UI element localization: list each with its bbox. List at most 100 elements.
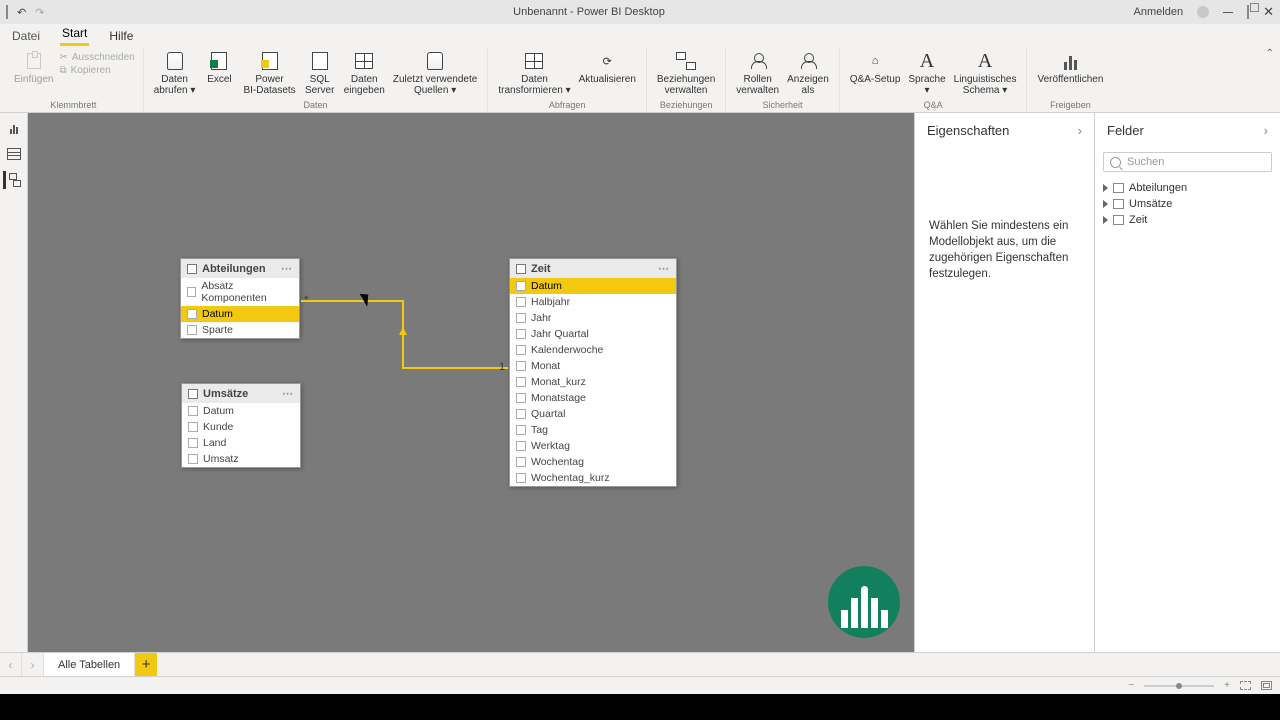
menu-file[interactable]: Datei <box>10 26 42 46</box>
language-button[interactable]: ASprache ▾ <box>904 48 949 98</box>
transform-icon <box>525 53 543 69</box>
maximize-button[interactable] <box>1247 6 1249 18</box>
collapse-pane-icon[interactable]: › <box>1078 123 1082 138</box>
undo-icon[interactable]: ↶ <box>17 6 26 19</box>
copy-button[interactable]: ⧉Kopieren <box>59 65 134 76</box>
zoom-slider[interactable] <box>1144 685 1214 687</box>
table-umsaetze[interactable]: Umsätze ⋯ Datum Kunde Land Umsatz <box>181 383 301 468</box>
save-icon[interactable] <box>6 6 8 18</box>
sql-button[interactable]: SQL Server <box>300 48 340 98</box>
fields-table-row[interactable]: Umsätze <box>1101 196 1274 212</box>
chevron-right-icon <box>1103 216 1108 224</box>
field-row[interactable]: Jahr <box>510 310 676 326</box>
field-row[interactable]: Kalenderwoche <box>510 342 676 358</box>
properties-title: Eigenschaften <box>927 123 1009 138</box>
excel-button[interactable]: Excel <box>199 48 239 87</box>
avatar-icon[interactable] <box>1197 6 1209 18</box>
fields-table-row[interactable]: Zeit <box>1101 212 1274 228</box>
menu-help[interactable]: Hilfe <box>107 26 135 46</box>
recent-sources-button[interactable]: Zuletzt verwendete Quellen ▾ <box>389 48 482 98</box>
field-row[interactable]: Wochentag <box>510 454 676 470</box>
field-icon <box>516 297 526 307</box>
qa-setup-button[interactable]: ⌂Q&A-Setup <box>846 48 905 87</box>
enter-data-button[interactable]: Daten eingeben <box>340 48 389 98</box>
chevron-down-icon: ▾ <box>190 85 195 96</box>
relationship-line[interactable] <box>402 367 508 369</box>
sql-icon <box>312 52 328 70</box>
add-layout-button[interactable]: + <box>135 653 157 676</box>
table-menu-icon[interactable]: ⋯ <box>282 387 294 400</box>
cardinality-many: * <box>304 294 308 306</box>
zoom-out-button[interactable]: − <box>1128 680 1134 691</box>
field-row[interactable]: Jahr Quartal <box>510 326 676 342</box>
properties-pane: Eigenschaften› Wählen Sie mindestens ein… <box>914 113 1094 652</box>
qa-icon: ⌂ <box>864 50 886 72</box>
actual-size-button[interactable] <box>1261 681 1272 690</box>
field-row[interactable]: Umsatz <box>182 451 300 467</box>
tab-prev-button[interactable]: ‹ <box>0 653 22 676</box>
table-menu-icon[interactable]: ⋯ <box>281 262 293 275</box>
field-row[interactable]: Sparte <box>181 322 299 338</box>
field-row[interactable]: Wochentag_kurz <box>510 470 676 486</box>
layout-tabstrip: ‹ › Alle Tabellen + <box>0 652 1280 676</box>
chevron-right-icon <box>1103 200 1108 208</box>
group-relationships-label: Beziehungen <box>660 99 713 112</box>
fields-title: Felder <box>1107 123 1144 138</box>
roles-button[interactable]: Rollen verwalten <box>732 48 783 98</box>
field-row[interactable]: Kunde <box>182 419 300 435</box>
field-row[interactable]: Land <box>182 435 300 451</box>
zoom-in-button[interactable]: + <box>1224 680 1230 691</box>
schema-icon: A <box>978 51 992 71</box>
field-row[interactable]: Tag <box>510 422 676 438</box>
field-icon <box>516 457 526 467</box>
model-view-button[interactable] <box>3 171 21 189</box>
table-abteilungen[interactable]: Abteilungen⋯ Absatz Komponenten Datum Sp… <box>180 258 300 339</box>
cut-button[interactable]: ✂Ausschneiden <box>59 52 134 63</box>
field-row[interactable]: Datum <box>181 306 299 322</box>
field-row[interactable]: Halbjahr <box>510 294 676 310</box>
field-icon <box>516 361 526 371</box>
table-zeit[interactable]: Zeit⋯ Datum Halbjahr Jahr Jahr Quartal K… <box>509 258 677 487</box>
tab-next-button[interactable]: › <box>22 653 44 676</box>
field-row[interactable]: Monat_kurz <box>510 374 676 390</box>
fit-to-page-button[interactable] <box>1240 681 1251 690</box>
field-row[interactable]: Datum <box>182 403 300 419</box>
field-row[interactable]: Monatstage <box>510 390 676 406</box>
collapse-ribbon-icon[interactable]: ⌃ <box>1266 48 1274 59</box>
field-row[interactable]: Datum <box>510 278 676 294</box>
linguistic-schema-button[interactable]: ALinguistisches Schema ▾ <box>950 48 1021 98</box>
layout-tab[interactable]: Alle Tabellen <box>44 653 135 676</box>
table-menu-icon[interactable]: ⋯ <box>658 262 670 275</box>
table-icon <box>7 148 21 160</box>
relationship-line[interactable] <box>301 300 403 302</box>
field-row[interactable]: Monat <box>510 358 676 374</box>
field-icon <box>516 281 526 291</box>
collapse-pane-icon[interactable]: › <box>1264 123 1268 138</box>
transform-button[interactable]: Daten transformieren ▾ <box>494 48 574 98</box>
minimize-button[interactable] <box>1223 12 1233 13</box>
pbi-datasets-button[interactable]: Power BI-Datasets <box>239 48 299 98</box>
field-row[interactable]: Absatz Komponenten <box>181 278 299 306</box>
get-data-button[interactable]: Daten abrufen ▾ <box>150 48 200 98</box>
report-view-button[interactable] <box>5 119 23 137</box>
fields-table-row[interactable]: Abteilungen <box>1101 180 1274 196</box>
model-canvas[interactable]: Abteilungen⋯ Absatz Komponenten Datum Sp… <box>28 113 914 652</box>
close-button[interactable]: ✕ <box>1263 4 1274 20</box>
table-title: Umsätze <box>203 388 248 400</box>
signin-link[interactable]: Anmelden <box>1134 6 1184 18</box>
view-as-button[interactable]: Anzeigen als <box>783 48 833 98</box>
fields-pane: Felder › Suchen Abteilungen Umsätze Zeit <box>1094 113 1280 652</box>
recent-icon <box>427 52 443 70</box>
data-view-button[interactable] <box>5 145 23 163</box>
menu-start[interactable]: Start <box>60 23 89 46</box>
fields-search[interactable]: Suchen <box>1103 152 1272 172</box>
manage-relationships-button[interactable]: Beziehungen verwalten <box>653 48 719 98</box>
field-row[interactable]: Werktag <box>510 438 676 454</box>
paste-button[interactable]: Einfügen <box>10 48 57 87</box>
redo-icon[interactable]: ↷ <box>35 6 44 19</box>
publish-button[interactable]: Veröffentlichen <box>1033 48 1107 87</box>
refresh-button[interactable]: ⟳Aktualisieren <box>575 48 640 87</box>
field-icon <box>516 473 526 483</box>
fields-search-placeholder: Suchen <box>1127 156 1164 168</box>
field-row[interactable]: Quartal <box>510 406 676 422</box>
